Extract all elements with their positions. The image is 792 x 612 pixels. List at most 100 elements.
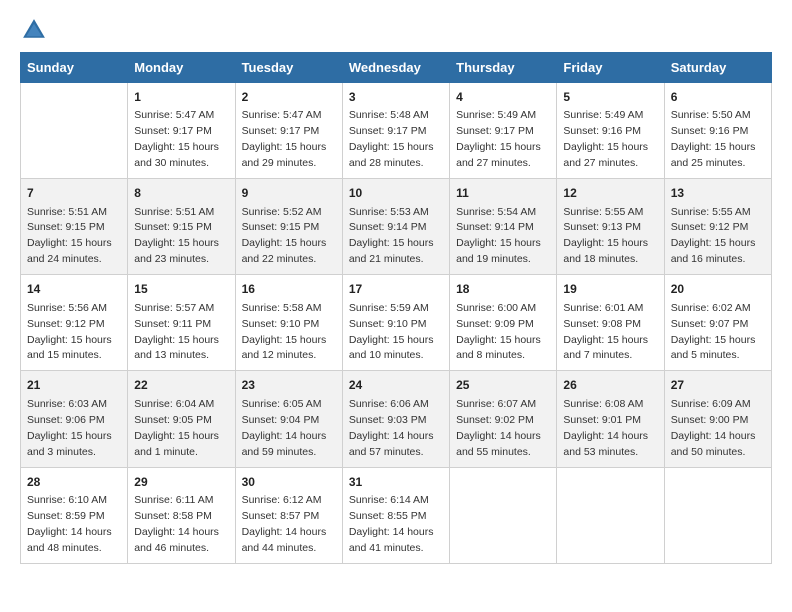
day-number: 8 [134, 185, 228, 202]
sunrise-info: Sunrise: 6:00 AMSunset: 9:09 PMDaylight:… [456, 302, 541, 362]
day-cell: 24 Sunrise: 6:06 AMSunset: 9:03 PMDayligh… [342, 371, 449, 467]
day-number: 18 [456, 281, 550, 298]
day-number: 12 [563, 185, 657, 202]
sunrise-info: Sunrise: 6:07 AMSunset: 9:02 PMDaylight:… [456, 398, 541, 458]
day-cell: 15 Sunrise: 5:57 AMSunset: 9:11 PMDayligh… [128, 275, 235, 371]
day-cell: 30 Sunrise: 6:12 AMSunset: 8:57 PMDayligh… [235, 467, 342, 563]
sunrise-info: Sunrise: 5:52 AMSunset: 9:15 PMDaylight:… [242, 206, 327, 266]
day-cell: 22 Sunrise: 6:04 AMSunset: 9:05 PMDayligh… [128, 371, 235, 467]
day-number: 20 [671, 281, 765, 298]
day-number: 19 [563, 281, 657, 298]
day-cell: 20Sunrise: 6:02 AMSunset: 9:07 PMDayligh… [664, 275, 771, 371]
sunrise-info: Sunrise: 6:01 AMSunset: 9:08 PMDaylight:… [563, 302, 648, 362]
day-cell: 18 Sunrise: 6:00 AMSunset: 9:09 PMDayligh… [450, 275, 557, 371]
day-cell: 27Sunrise: 6:09 AMSunset: 9:00 PMDayligh… [664, 371, 771, 467]
col-header-friday: Friday [557, 53, 664, 83]
day-cell: 4Sunrise: 5:49 AMSunset: 9:17 PMDaylight… [450, 83, 557, 179]
day-cell: 10 Sunrise: 5:53 AMSunset: 9:14 PMDayligh… [342, 179, 449, 275]
day-number: 29 [134, 474, 228, 491]
day-cell: 6 Sunrise: 5:50 AMSunset: 9:16 PMDaylight… [664, 83, 771, 179]
sunrise-info: Sunrise: 5:58 AMSunset: 9:10 PMDaylight:… [242, 302, 327, 362]
logo [20, 16, 52, 44]
sunrise-info: Sunrise: 6:10 AMSunset: 8:59 PMDaylight:… [27, 494, 112, 554]
day-cell [557, 467, 664, 563]
sunrise-info: Sunrise: 5:48 AMSunset: 9:17 PMDaylight:… [349, 109, 434, 169]
sunrise-info: Sunrise: 6:08 AMSunset: 9:01 PMDaylight:… [563, 398, 648, 458]
sunrise-info: Sunrise: 5:56 AMSunset: 9:12 PMDaylight:… [27, 302, 112, 362]
week-row-2: 7Sunrise: 5:51 AMSunset: 9:15 PMDaylight… [21, 179, 772, 275]
day-cell: 14 Sunrise: 5:56 AMSunset: 9:12 PMDayligh… [21, 275, 128, 371]
sunrise-info: Sunrise: 5:54 AMSunset: 9:14 PMDaylight:… [456, 206, 541, 266]
day-cell: 5Sunrise: 5:49 AMSunset: 9:16 PMDaylight… [557, 83, 664, 179]
sunrise-info: Sunrise: 6:05 AMSunset: 9:04 PMDaylight:… [242, 398, 327, 458]
day-cell: 31 Sunrise: 6:14 AMSunset: 8:55 PMDayligh… [342, 467, 449, 563]
day-number: 26 [563, 377, 657, 394]
sunrise-info: Sunrise: 5:47 AMSunset: 9:17 PMDaylight:… [242, 109, 327, 169]
day-number: 11 [456, 185, 550, 202]
sunrise-info: Sunrise: 5:51 AMSunset: 9:15 PMDaylight:… [134, 206, 219, 266]
day-cell: 29Sunrise: 6:11 AMSunset: 8:58 PMDayligh… [128, 467, 235, 563]
header [20, 16, 772, 44]
day-number: 3 [349, 89, 443, 106]
day-number: 16 [242, 281, 336, 298]
col-header-saturday: Saturday [664, 53, 771, 83]
week-row-5: 28 Sunrise: 6:10 AMSunset: 8:59 PMDayligh… [21, 467, 772, 563]
day-number: 9 [242, 185, 336, 202]
day-number: 2 [242, 89, 336, 106]
week-row-4: 21Sunrise: 6:03 AMSunset: 9:06 PMDayligh… [21, 371, 772, 467]
day-cell [664, 467, 771, 563]
day-cell: 7Sunrise: 5:51 AMSunset: 9:15 PMDaylight… [21, 179, 128, 275]
sunrise-info: Sunrise: 6:06 AMSunset: 9:03 PMDaylight:… [349, 398, 434, 458]
day-cell: 2 Sunrise: 5:47 AMSunset: 9:17 PMDaylight… [235, 83, 342, 179]
day-cell: 17Sunrise: 5:59 AMSunset: 9:10 PMDayligh… [342, 275, 449, 371]
sunrise-info: Sunrise: 5:49 AMSunset: 9:17 PMDaylight:… [456, 109, 541, 169]
day-number: 31 [349, 474, 443, 491]
day-cell: 25 Sunrise: 6:07 AMSunset: 9:02 PMDayligh… [450, 371, 557, 467]
week-row-1: 1 Sunrise: 5:47 AMSunset: 9:17 PMDaylight… [21, 83, 772, 179]
day-cell: 28 Sunrise: 6:10 AMSunset: 8:59 PMDayligh… [21, 467, 128, 563]
day-cell [450, 467, 557, 563]
day-cell [21, 83, 128, 179]
sunrise-info: Sunrise: 6:04 AMSunset: 9:05 PMDaylight:… [134, 398, 219, 458]
col-header-tuesday: Tuesday [235, 53, 342, 83]
day-number: 6 [671, 89, 765, 106]
day-cell: 8 Sunrise: 5:51 AMSunset: 9:15 PMDaylight… [128, 179, 235, 275]
day-cell: 13 Sunrise: 5:55 AMSunset: 9:12 PMDayligh… [664, 179, 771, 275]
col-header-thursday: Thursday [450, 53, 557, 83]
day-number: 10 [349, 185, 443, 202]
day-cell: 12 Sunrise: 5:55 AMSunset: 9:13 PMDayligh… [557, 179, 664, 275]
col-header-monday: Monday [128, 53, 235, 83]
day-cell: 1 Sunrise: 5:47 AMSunset: 9:17 PMDaylight… [128, 83, 235, 179]
sunrise-info: Sunrise: 5:55 AMSunset: 9:13 PMDaylight:… [563, 206, 648, 266]
sunrise-info: Sunrise: 5:59 AMSunset: 9:10 PMDaylight:… [349, 302, 434, 362]
sunrise-info: Sunrise: 6:14 AMSunset: 8:55 PMDaylight:… [349, 494, 434, 554]
day-number: 30 [242, 474, 336, 491]
day-cell: 11 Sunrise: 5:54 AMSunset: 9:14 PMDayligh… [450, 179, 557, 275]
day-number: 15 [134, 281, 228, 298]
col-header-sunday: Sunday [21, 53, 128, 83]
day-number: 13 [671, 185, 765, 202]
day-number: 24 [349, 377, 443, 394]
day-cell: 16 Sunrise: 5:58 AMSunset: 9:10 PMDayligh… [235, 275, 342, 371]
day-number: 23 [242, 377, 336, 394]
day-cell: 21Sunrise: 6:03 AMSunset: 9:06 PMDayligh… [21, 371, 128, 467]
day-number: 21 [27, 377, 121, 394]
sunrise-info: Sunrise: 5:57 AMSunset: 9:11 PMDaylight:… [134, 302, 219, 362]
sunrise-info: Sunrise: 5:55 AMSunset: 9:12 PMDaylight:… [671, 206, 756, 266]
day-number: 1 [134, 89, 228, 106]
day-number: 14 [27, 281, 121, 298]
day-number: 25 [456, 377, 550, 394]
header-row: SundayMondayTuesdayWednesdayThursdayFrid… [21, 53, 772, 83]
sunrise-info: Sunrise: 6:09 AMSunset: 9:00 PMDaylight:… [671, 398, 756, 458]
sunrise-info: Sunrise: 6:12 AMSunset: 8:57 PMDaylight:… [242, 494, 327, 554]
day-number: 22 [134, 377, 228, 394]
day-cell: 9 Sunrise: 5:52 AMSunset: 9:15 PMDaylight… [235, 179, 342, 275]
sunrise-info: Sunrise: 5:53 AMSunset: 9:14 PMDaylight:… [349, 206, 434, 266]
sunrise-info: Sunrise: 5:50 AMSunset: 9:16 PMDaylight:… [671, 109, 756, 169]
sunrise-info: Sunrise: 5:49 AMSunset: 9:16 PMDaylight:… [563, 109, 648, 169]
day-cell: 3 Sunrise: 5:48 AMSunset: 9:17 PMDaylight… [342, 83, 449, 179]
sunrise-info: Sunrise: 5:47 AMSunset: 9:17 PMDaylight:… [134, 109, 219, 169]
week-row-3: 14 Sunrise: 5:56 AMSunset: 9:12 PMDayligh… [21, 275, 772, 371]
page: SundayMondayTuesdayWednesdayThursdayFrid… [0, 0, 792, 584]
day-number: 28 [27, 474, 121, 491]
